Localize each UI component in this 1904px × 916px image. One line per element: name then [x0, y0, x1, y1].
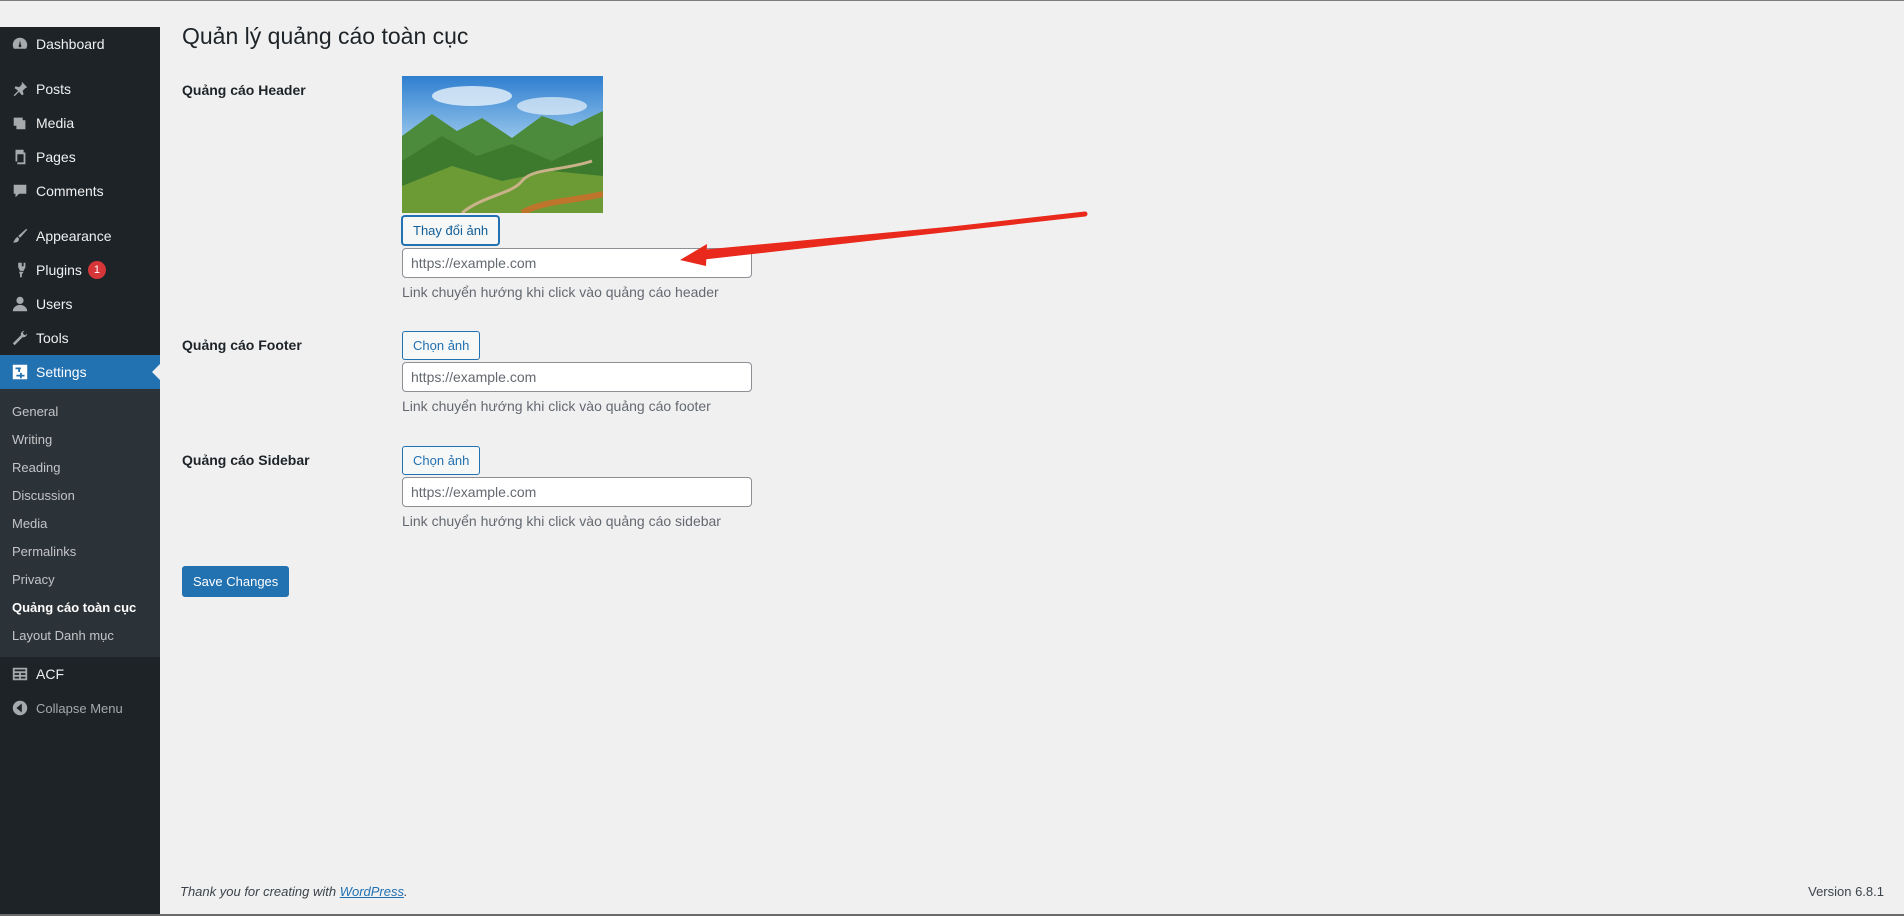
- plugin-icon: [10, 260, 30, 280]
- menu-settings[interactable]: Settings: [0, 355, 160, 389]
- sidebar-ad-description: Link chuyển hướng khi click vào quảng cá…: [402, 513, 721, 529]
- footer-thanks-suffix: .: [404, 884, 408, 899]
- wordpress-link[interactable]: WordPress: [340, 884, 404, 899]
- admin-sidebar: Dashboard Posts Media Pages Comments App…: [0, 27, 160, 916]
- menu-label: Pages: [36, 149, 76, 165]
- settings-submenu: General Writing Reading Discussion Media…: [0, 389, 160, 657]
- submenu-category-layout[interactable]: Layout Danh mục: [0, 621, 160, 649]
- collapse-menu-button[interactable]: Collapse Menu: [0, 691, 160, 725]
- pin-icon: [10, 79, 30, 99]
- version-text: Version 6.8.1: [1808, 884, 1884, 899]
- footer-ad-description: Link chuyển hướng khi click vào quảng cá…: [402, 398, 711, 414]
- page-title: Quản lý quảng cáo toàn cục: [182, 23, 469, 49]
- comment-icon: [10, 181, 30, 201]
- menu-appearance[interactable]: Appearance: [0, 219, 160, 253]
- change-image-button[interactable]: Thay đổi ảnh: [402, 216, 500, 245]
- header-ad-label: Quảng cáo Header: [182, 82, 306, 98]
- submenu-general[interactable]: General: [0, 397, 160, 425]
- menu-comments[interactable]: Comments: [0, 174, 160, 208]
- settings-icon: [10, 362, 30, 382]
- sidebar-ad-link-input[interactable]: [402, 477, 752, 507]
- footer-ad-field: Chọn ảnh Link chuyển hướng khi click vào…: [402, 331, 752, 414]
- user-icon: [10, 294, 30, 314]
- submenu-discussion[interactable]: Discussion: [0, 481, 160, 509]
- header-ad-link-input[interactable]: [402, 248, 752, 278]
- menu-plugins[interactable]: Plugins 1: [0, 253, 160, 287]
- header-ad-field: Thay đổi ảnh Link chuyển hướng khi click…: [402, 76, 752, 300]
- acf-table-icon: [10, 664, 30, 684]
- top-border: [0, 0, 1904, 1]
- sidebar-ad-field: Chọn ảnh Link chuyển hướng khi click vào…: [402, 446, 752, 529]
- menu-tools[interactable]: Tools: [0, 321, 160, 355]
- save-changes-button[interactable]: Save Changes: [182, 566, 290, 597]
- menu-label: Dashboard: [36, 36, 105, 52]
- dashboard-icon: [10, 34, 30, 54]
- choose-image-button[interactable]: Chọn ảnh: [402, 331, 481, 360]
- update-count-badge: 1: [87, 261, 106, 279]
- menu-label: Comments: [36, 183, 104, 199]
- submenu-permalinks[interactable]: Permalinks: [0, 537, 160, 565]
- footer-credit: Thank you for creating with WordPress.: [180, 884, 408, 899]
- sidebar-ad-label: Quảng cáo Sidebar: [182, 452, 310, 468]
- choose-image-button[interactable]: Chọn ảnh: [402, 446, 481, 475]
- menu-label: ACF: [36, 666, 64, 682]
- submenu-media[interactable]: Media: [0, 509, 160, 537]
- menu-label: Settings: [36, 364, 87, 380]
- menu-dashboard[interactable]: Dashboard: [0, 27, 160, 61]
- menu-users[interactable]: Users: [0, 287, 160, 321]
- footer-ad-label: Quảng cáo Footer: [182, 337, 302, 353]
- menu-label: Tools: [36, 330, 69, 346]
- menu-label: Appearance: [36, 228, 112, 244]
- submenu-writing[interactable]: Writing: [0, 425, 160, 453]
- submenu-reading[interactable]: Reading: [0, 453, 160, 481]
- submenu-privacy[interactable]: Privacy: [0, 565, 160, 593]
- menu-media[interactable]: Media: [0, 106, 160, 140]
- wrench-icon: [10, 328, 30, 348]
- media-icon: [10, 113, 30, 133]
- header-ad-description: Link chuyển hướng khi click vào quảng cá…: [402, 284, 719, 300]
- menu-acf[interactable]: ACF: [0, 657, 160, 691]
- menu-posts[interactable]: Posts: [0, 72, 160, 106]
- menu-label: Media: [36, 115, 75, 131]
- pages-icon: [10, 147, 30, 167]
- menu-label: Users: [36, 296, 73, 312]
- footer-ad-link-input[interactable]: [402, 362, 752, 392]
- menu-pages[interactable]: Pages: [0, 140, 160, 174]
- brush-icon: [10, 226, 30, 246]
- footer-thanks-text: Thank you for creating with: [180, 884, 340, 899]
- collapse-label: Collapse Menu: [36, 700, 123, 716]
- header-ad-preview-image: [402, 76, 603, 213]
- settings-page: Quản lý quảng cáo toàn cục Quảng cáo Hea…: [182, 20, 752, 597]
- menu-label: Posts: [36, 81, 72, 97]
- collapse-arrow-icon: [10, 698, 30, 718]
- menu-label: Plugins: [36, 262, 82, 278]
- submenu-global-ads[interactable]: Quảng cáo toàn cục: [0, 593, 160, 621]
